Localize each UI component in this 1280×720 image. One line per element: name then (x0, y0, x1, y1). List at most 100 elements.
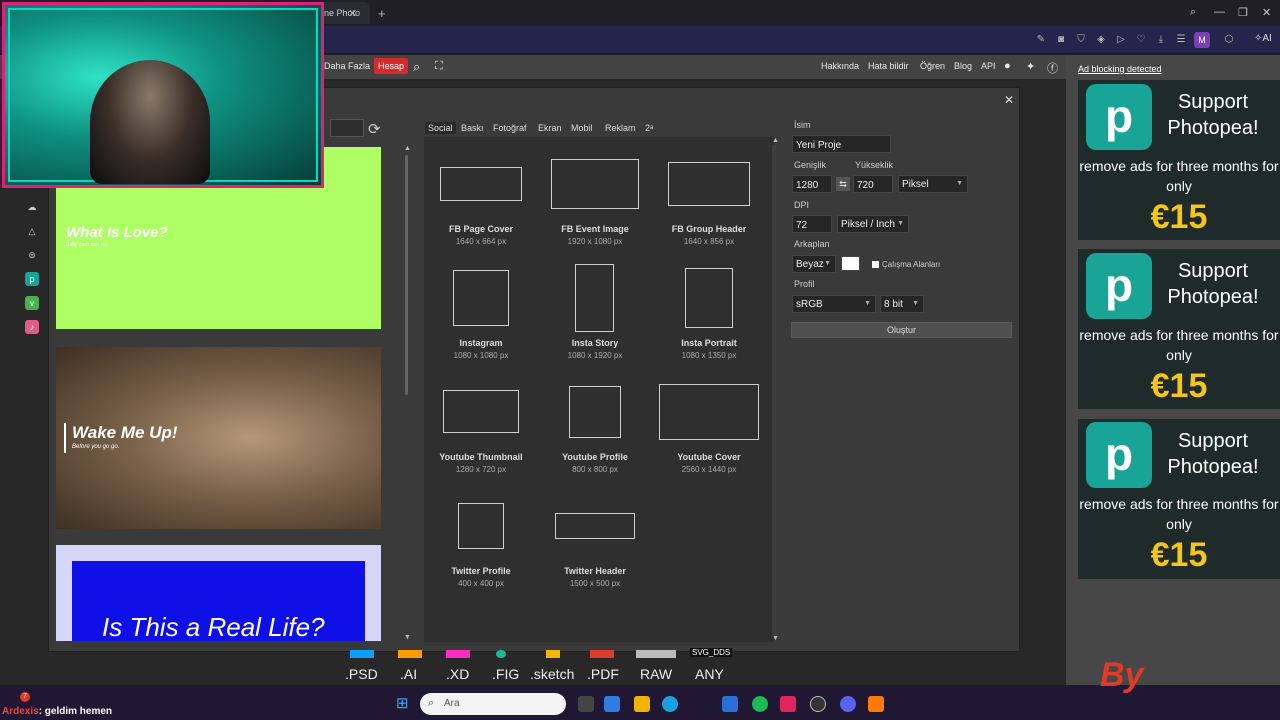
background-color-swatch[interactable] (841, 256, 860, 271)
link-dimensions-icon[interactable]: ⇆ (836, 177, 850, 191)
preset-name[interactable]: Instagram (424, 338, 538, 348)
edit-icon[interactable]: ✎ (1034, 34, 1048, 48)
dialog-close-icon[interactable]: ✕ (1004, 93, 1014, 107)
preset-name[interactable]: Youtube Profile (538, 452, 652, 462)
create-button[interactable]: Oluştur (791, 322, 1012, 338)
taskbar-search[interactable]: Ara (420, 693, 566, 715)
tab-close-icon[interactable]: ✕ (348, 7, 357, 20)
bit-depth-select[interactable]: 8 bit ▼ (880, 295, 924, 313)
preset-shape[interactable] (555, 513, 635, 539)
tab-mobile[interactable]: Mobil (568, 122, 596, 134)
format-raw[interactable]: RAW (640, 666, 672, 682)
search-icon[interactable]: ⌕ (413, 59, 420, 75)
photopea-app-icon[interactable]: p (25, 272, 39, 286)
preset-name[interactable]: FB Page Cover (424, 224, 538, 234)
browser-search-icon[interactable]: ⌕ (1190, 6, 1196, 19)
menu-icon[interactable]: ☰ (1174, 34, 1188, 48)
height-input[interactable] (853, 175, 893, 193)
preset-shape[interactable] (443, 390, 519, 433)
tab-screen[interactable]: Ekran (535, 122, 565, 134)
menu-more[interactable]: Daha Fazla (324, 61, 370, 71)
unit-select[interactable]: Piksel ▼ (898, 175, 968, 193)
format-fig[interactable]: .FIG (492, 666, 519, 682)
format-sketch[interactable]: .sketch (530, 666, 574, 682)
dpi-unit-select[interactable]: Piksel / Inch ▼ (837, 215, 909, 233)
format-psd[interactable]: .PSD (345, 666, 378, 682)
app-icon[interactable] (868, 696, 884, 712)
menu-about[interactable]: Hakkında (821, 61, 859, 71)
play-icon[interactable]: ▷ (1114, 34, 1128, 48)
preset-name[interactable]: FB Event Image (538, 224, 652, 234)
menu-api[interactable]: API (981, 61, 996, 71)
preset-scrollbar[interactable] (772, 145, 776, 635)
scroll-down-icon[interactable]: ▼ (404, 634, 411, 641)
close-window-button[interactable]: ✕ (1262, 6, 1271, 19)
preset-shape[interactable] (668, 162, 750, 206)
format-pdf[interactable]: .PDF (587, 666, 619, 682)
dpi-input[interactable] (792, 215, 832, 233)
scroll-down-icon[interactable]: ▼ (772, 635, 779, 642)
menu-learn[interactable]: Öğren (920, 61, 945, 71)
cube-icon[interactable]: ⬡ (1222, 34, 1236, 48)
preset-shape[interactable] (575, 264, 614, 332)
cloud-icon[interactable]: ☁ (25, 200, 39, 214)
gamepad-icon[interactable]: ⊜ (25, 248, 39, 262)
obs-icon[interactable] (810, 696, 826, 712)
fullscreen-icon[interactable]: ⛶ (435, 60, 443, 73)
profile-avatar[interactable]: M (1194, 32, 1210, 48)
preset-shape[interactable] (659, 384, 759, 440)
reddit-icon[interactable]: ● (1004, 60, 1011, 72)
tab-ads[interactable]: Reklam (602, 122, 639, 134)
opera-icon[interactable] (780, 696, 796, 712)
refresh-icon[interactable]: ⟳ (368, 120, 381, 138)
spotify-icon[interactable] (752, 696, 768, 712)
preset-shape[interactable] (685, 268, 733, 328)
menu-report-bug[interactable]: Hata bildir (868, 61, 909, 71)
project-name-input[interactable] (792, 135, 891, 153)
scroll-up-icon[interactable]: ▲ (404, 145, 411, 152)
format-ai[interactable]: .AI (400, 666, 417, 682)
camera-icon[interactable]: ◙ (1054, 34, 1068, 48)
tab-photo[interactable]: Fotoğraf (490, 122, 530, 134)
preset-name[interactable]: Twitter Profile (424, 566, 538, 576)
music-app-icon[interactable]: ♪ (25, 320, 39, 334)
maximize-button[interactable]: ❐ (1238, 6, 1248, 19)
copilot-icon[interactable] (604, 696, 620, 712)
new-tab-button[interactable]: + (378, 6, 386, 21)
preset-name[interactable]: Youtube Thumbnail (424, 452, 538, 462)
tab-print[interactable]: Baskı (458, 122, 487, 134)
menu-blog[interactable]: Blog (954, 61, 972, 71)
discord-icon[interactable] (840, 696, 856, 712)
tab-social[interactable]: Social (425, 122, 456, 134)
preset-shape[interactable] (440, 167, 522, 201)
facebook-icon[interactable]: ⓕ (1047, 60, 1058, 76)
template-search-input[interactable] (330, 119, 364, 137)
preset-shape[interactable] (551, 159, 639, 209)
heart-icon[interactable]: ♡ (1134, 34, 1148, 48)
background-select[interactable]: Beyaz ▼ (792, 255, 836, 273)
preset-name[interactable]: Insta Portrait (652, 338, 766, 348)
tab-more[interactable]: 2ᵃ (642, 122, 656, 134)
artboards-checkbox[interactable] (872, 261, 879, 268)
minimize-button[interactable]: — (1214, 6, 1225, 18)
preset-shape[interactable] (458, 503, 504, 549)
twitter-icon[interactable]: ✦ (1026, 60, 1035, 73)
shield-icon[interactable]: ⛉ (1074, 34, 1088, 48)
drive-icon[interactable]: △ (25, 224, 39, 238)
account-button[interactable]: Hesap (374, 58, 409, 74)
preset-shape[interactable] (453, 270, 509, 326)
file-explorer-icon[interactable] (634, 696, 650, 712)
format-xd[interactable]: .XD (446, 666, 469, 682)
vpn-icon[interactable]: ◈ (1094, 34, 1108, 48)
preset-name[interactable]: Youtube Cover (652, 452, 766, 462)
preset-name[interactable]: Twitter Header (538, 566, 652, 576)
scroll-up-icon[interactable]: ▲ (772, 137, 779, 144)
preset-shape[interactable] (569, 386, 621, 438)
templates-scrollbar[interactable] (405, 155, 408, 395)
mail-icon[interactable] (722, 696, 738, 712)
preset-name[interactable]: Insta Story (538, 338, 652, 348)
width-input[interactable] (792, 175, 832, 193)
adblock-link[interactable]: Ad blocking detected (1078, 64, 1162, 74)
task-view-icon[interactable] (578, 696, 594, 712)
windows-start-icon[interactable]: ⊞ (396, 696, 412, 712)
